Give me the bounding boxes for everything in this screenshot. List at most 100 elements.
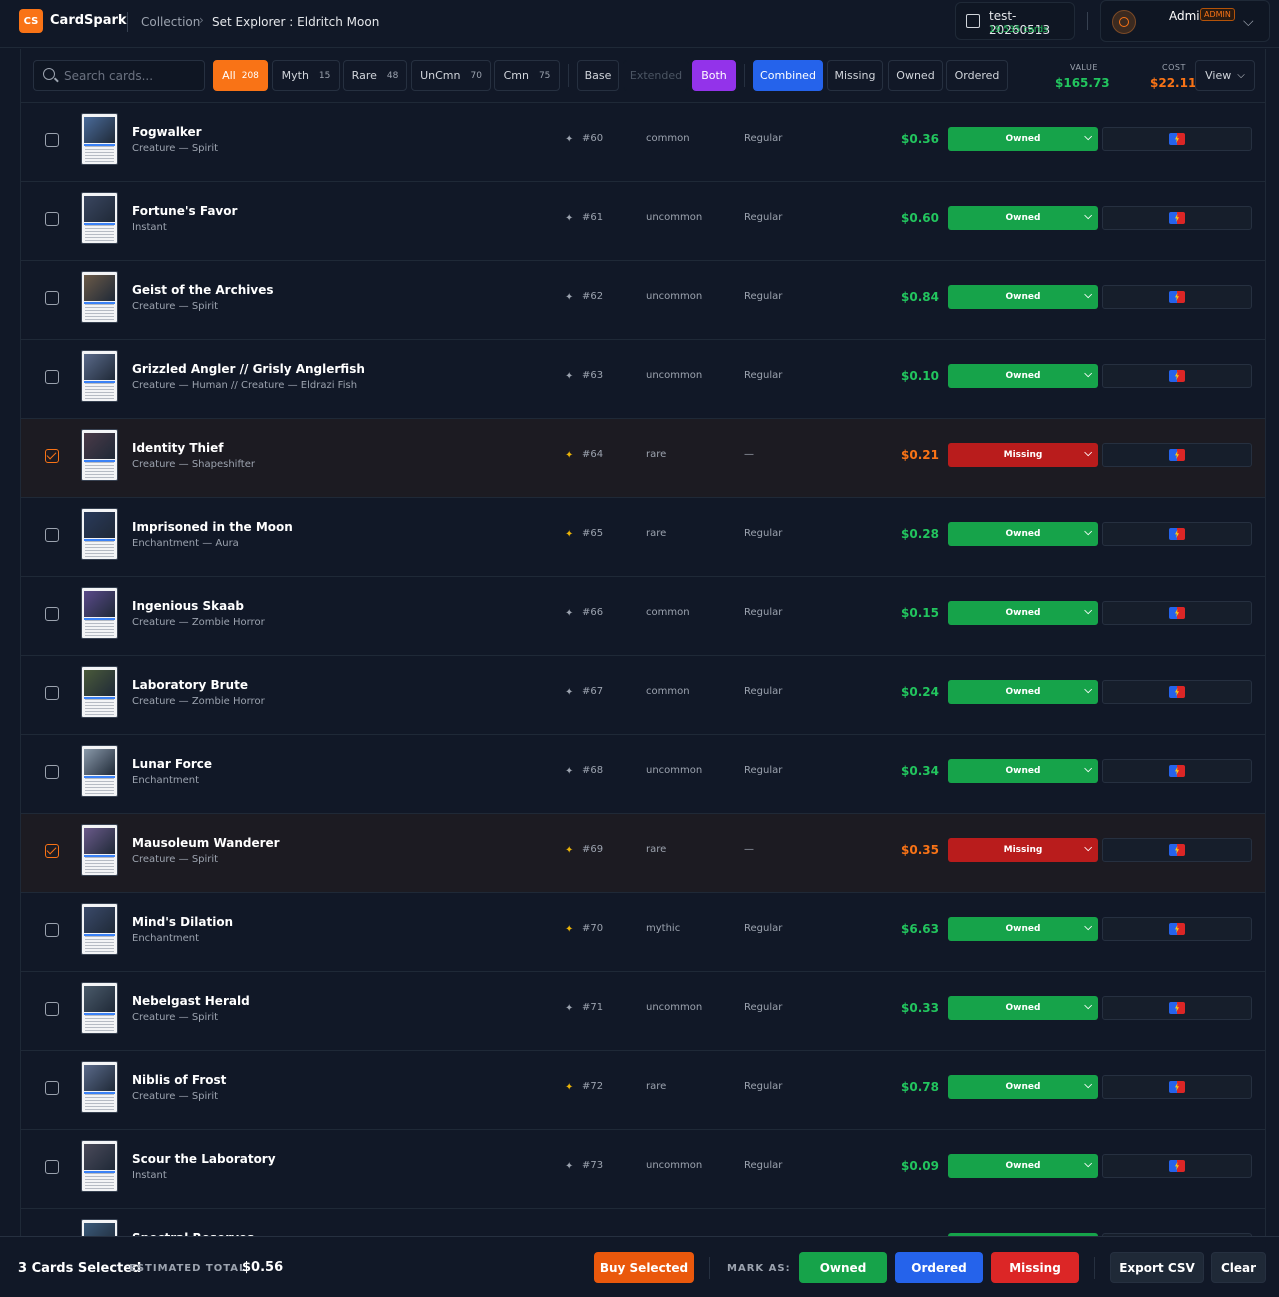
mark-missing-button[interactable]: Missing [991,1252,1079,1283]
card-name[interactable]: Lunar Force [132,757,212,771]
status-dropdown[interactable]: Owned ⌵ [948,364,1098,388]
table-row[interactable]: Niblis of Frost Creature — Spirit ✦ #72 … [21,1051,1265,1130]
status-dropdown[interactable]: Owned ⌵ [948,1075,1098,1099]
card-thumbnail[interactable] [81,350,118,402]
card-thumbnail[interactable] [81,587,118,639]
status-dropdown[interactable]: Owned ⌵ [948,285,1098,309]
filter-status-combined[interactable]: Combined [753,60,823,91]
row-checkbox[interactable] [45,607,59,621]
filter-art-extended[interactable]: Extended [623,60,689,91]
buy-tcg-button[interactable] [1102,996,1252,1020]
filter-status-ordered[interactable]: Ordered [946,60,1008,91]
card-thumbnail[interactable] [81,192,118,244]
card-name[interactable]: Mind's Dilation [132,915,233,929]
card-name[interactable]: Laboratory Brute [132,678,248,692]
table-row[interactable]: Mausoleum Wanderer Creature — Spirit ✦ #… [21,814,1265,893]
table-row[interactable]: Ingenious Skaab Creature — Zombie Horror… [21,577,1265,656]
status-dropdown[interactable]: Owned ⌵ [948,759,1098,783]
buy-tcg-button[interactable] [1102,285,1252,309]
card-thumbnail[interactable] [81,271,118,323]
card-name[interactable]: Fortune's Favor [132,204,237,218]
card-thumbnail[interactable] [81,982,118,1034]
table-row[interactable]: Lunar Force Enchantment ✦ #68 uncommon R… [21,735,1265,814]
card-thumbnail[interactable] [81,666,118,718]
table-row[interactable]: Mind's Dilation Enchantment ✦ #70 mythic… [21,893,1265,972]
filter-status-owned[interactable]: Owned [888,60,943,91]
card-thumbnail[interactable] [81,1061,118,1113]
status-dropdown[interactable]: Owned ⌵ [948,601,1098,625]
buy-tcg-button[interactable] [1102,838,1252,862]
search-input[interactable] [64,67,199,85]
row-checkbox[interactable] [45,528,59,542]
filter-art-both[interactable]: Both [692,60,736,91]
card-thumbnail[interactable] [81,429,118,481]
status-dropdown[interactable]: Owned ⌵ [948,206,1098,230]
mark-ordered-button[interactable]: Ordered [895,1252,983,1283]
card-name[interactable]: Fogwalker [132,125,202,139]
buy-tcg-button[interactable] [1102,206,1252,230]
table-row[interactable]: Identity Thief Creature — Shapeshifter ✦… [21,419,1265,498]
mark-owned-button[interactable]: Owned [799,1252,887,1283]
filter-art-base[interactable]: Base [577,60,619,91]
card-name[interactable]: Grizzled Angler // Grisly Anglerfish [132,362,365,376]
user-menu[interactable]: Admin ADMIN ⌵ [1100,0,1270,42]
card-name[interactable]: Niblis of Frost [132,1073,226,1087]
row-checkbox[interactable] [45,133,59,147]
row-checkbox[interactable] [45,1160,59,1174]
card-thumbnail[interactable] [81,903,118,955]
buy-tcg-button[interactable] [1102,364,1252,388]
card-name[interactable]: Scour the Laboratory [132,1152,276,1166]
buy-tcg-button[interactable] [1102,127,1252,151]
filter-status-missing[interactable]: Missing [827,60,883,91]
filter-rarity-uncommon[interactable]: UnCmn 70 [411,60,491,91]
buy-tcg-button[interactable] [1102,680,1252,704]
row-checkbox[interactable] [45,212,59,226]
row-checkbox[interactable] [45,1002,59,1016]
card-thumbnail[interactable] [81,113,118,165]
buy-tcg-button[interactable] [1102,522,1252,546]
card-thumbnail[interactable] [81,1219,118,1236]
status-dropdown[interactable]: Owned ⌵ [948,127,1098,151]
view-menu-button[interactable]: View ⌵ [1195,60,1255,91]
row-checkbox[interactable] [45,449,59,463]
logo[interactable]: CS [19,9,43,33]
status-dropdown[interactable]: Owned ⌵ [948,680,1098,704]
buy-tcg-button[interactable] [1102,917,1252,941]
breadcrumb-collection[interactable]: Collection [141,15,200,29]
brand-name[interactable]: CardSpark [50,13,127,28]
buy-tcg-button[interactable] [1102,601,1252,625]
account-selector[interactable]: test-20260513 19,535 cards [955,2,1075,40]
row-checkbox[interactable] [45,923,59,937]
row-checkbox[interactable] [45,686,59,700]
export-csv-button[interactable]: Export CSV [1110,1252,1204,1283]
card-name[interactable]: Mausoleum Wanderer [132,836,280,850]
buy-selected-button[interactable]: Buy Selected [594,1252,694,1283]
card-name[interactable]: Nebelgast Herald [132,994,250,1008]
filter-rarity-common[interactable]: Cmn 75 [494,60,560,91]
filter-rarity-myth[interactable]: Myth 15 [272,60,340,91]
card-thumbnail[interactable] [81,824,118,876]
buy-tcg-button[interactable] [1102,759,1252,783]
row-checkbox[interactable] [45,370,59,384]
card-name[interactable]: Ingenious Skaab [132,599,244,613]
status-dropdown[interactable]: Missing ⌵ [948,838,1098,862]
search-box[interactable] [33,60,205,91]
status-dropdown[interactable]: Owned ⌵ [948,996,1098,1020]
filter-rarity-rare[interactable]: Rare 48 [343,60,407,91]
table-row[interactable]: Imprisoned in the Moon Enchantment — Aur… [21,498,1265,577]
card-name[interactable]: Imprisoned in the Moon [132,520,293,534]
status-dropdown[interactable]: Missing ⌵ [948,443,1098,467]
table-row[interactable]: Geist of the Archives Creature — Spirit … [21,261,1265,340]
row-checkbox[interactable] [45,291,59,305]
buy-tcg-button[interactable] [1102,1154,1252,1178]
table-row[interactable]: Nebelgast Herald Creature — Spirit ✦ #71… [21,972,1265,1051]
status-dropdown[interactable]: Owned ⌵ [948,917,1098,941]
row-checkbox[interactable] [45,765,59,779]
table-row[interactable]: Fogwalker Creature — Spirit ✦ #60 common… [21,103,1265,182]
table-row[interactable]: Laboratory Brute Creature — Zombie Horro… [21,656,1265,735]
card-thumbnail[interactable] [81,745,118,797]
card-thumbnail[interactable] [81,508,118,560]
card-thumbnail[interactable] [81,1140,118,1192]
filter-rarity-all[interactable]: All 208 [213,60,268,91]
card-name[interactable]: Identity Thief [132,441,224,455]
